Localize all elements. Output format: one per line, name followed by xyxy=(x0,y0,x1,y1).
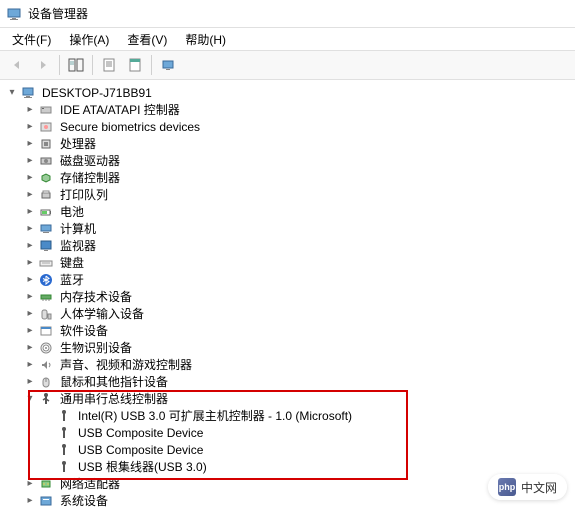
expand-icon[interactable]: ▸ xyxy=(24,189,36,201)
scan-button[interactable] xyxy=(155,53,181,77)
window-title: 设备管理器 xyxy=(28,5,88,22)
category-item-0[interactable]: ▸ IDE ATA/ATAPI 控制器 xyxy=(2,101,575,118)
cpu-icon xyxy=(38,136,54,152)
app-icon xyxy=(6,6,22,22)
category-usb[interactable]: ▾ 通用串行总线控制器 xyxy=(2,390,575,407)
expand-icon[interactable]: ▸ xyxy=(24,291,36,303)
category-item-5[interactable]: ▸打印队列 xyxy=(2,186,575,203)
computer-icon xyxy=(38,221,54,237)
category-item-14[interactable]: ▸生物识别设备 xyxy=(2,339,575,356)
help-button[interactable] xyxy=(122,53,148,77)
biometric-icon xyxy=(38,119,54,135)
category-item-9[interactable]: ▸键盘 xyxy=(2,254,575,271)
category-usb-child-1[interactable]: USB Composite Device xyxy=(2,424,575,441)
category-item-10[interactable]: ▸蓝牙 xyxy=(2,271,575,288)
biometric2-icon xyxy=(38,340,54,356)
menubar: 文件(F) 操作(A) 查看(V) 帮助(H) xyxy=(0,28,575,50)
device-label: USB Composite Device xyxy=(76,425,205,441)
device-label: Secure biometrics devices xyxy=(58,119,202,135)
sound-icon xyxy=(38,357,54,373)
category-usb-child-3[interactable]: USB 根集线器(USB 3.0) xyxy=(2,458,575,475)
ide-icon xyxy=(38,102,54,118)
device-label: Intel(R) USB 3.0 可扩展主机控制器 - 1.0 (Microso… xyxy=(76,406,354,425)
category-item-2[interactable]: ▸处理器 xyxy=(2,135,575,152)
category-usb-child-2[interactable]: USB Composite Device xyxy=(2,441,575,458)
category-item-13[interactable]: ▸软件设备 xyxy=(2,322,575,339)
expand-icon[interactable]: ▸ xyxy=(24,478,36,490)
expand-icon[interactable]: ▸ xyxy=(24,495,36,507)
expand-icon[interactable]: ▸ xyxy=(24,308,36,320)
expand-icon[interactable]: ▸ xyxy=(24,206,36,218)
category-item-4[interactable]: ▸存储控制器 xyxy=(2,169,575,186)
computer-icon xyxy=(20,85,36,101)
expand-icon[interactable]: ▸ xyxy=(24,121,36,133)
system-icon xyxy=(38,493,54,508)
disk-icon xyxy=(38,153,54,169)
storage-icon xyxy=(38,170,54,186)
expand-icon[interactable]: ▸ xyxy=(24,240,36,252)
watermark-text: 中文网 xyxy=(521,479,557,496)
device-label: USB Composite Device xyxy=(76,442,205,458)
software-icon xyxy=(38,323,54,339)
category-item-6[interactable]: ▸电池 xyxy=(2,203,575,220)
menu-help[interactable]: 帮助(H) xyxy=(177,29,234,50)
root-node[interactable]: ▾ DESKTOP-J71BB91 xyxy=(2,84,575,101)
category-after-1[interactable]: ▸ 系统设备 xyxy=(2,492,575,508)
properties-button[interactable] xyxy=(96,53,122,77)
device-label: IDE ATA/ATAPI 控制器 xyxy=(58,100,182,119)
expand-icon[interactable]: ▸ xyxy=(24,325,36,337)
network-icon xyxy=(38,476,54,492)
usb-icon xyxy=(56,425,72,441)
expand-icon[interactable]: ▸ xyxy=(24,223,36,235)
watermark-logo: php xyxy=(498,478,516,496)
menu-action[interactable]: 操作(A) xyxy=(61,29,117,50)
category-item-15[interactable]: ▸声音、视频和游戏控制器 xyxy=(2,356,575,373)
category-item-3[interactable]: ▸磁盘驱动器 xyxy=(2,152,575,169)
menu-file[interactable]: 文件(F) xyxy=(4,29,59,50)
menu-view[interactable]: 查看(V) xyxy=(119,29,175,50)
expand-icon[interactable]: ▸ xyxy=(24,257,36,269)
category-item-7[interactable]: ▸计算机 xyxy=(2,220,575,237)
bluetooth-icon xyxy=(38,272,54,288)
forward-button[interactable] xyxy=(30,53,56,77)
category-item-1[interactable]: ▸ Secure biometrics devices xyxy=(2,118,575,135)
category-item-12[interactable]: ▸人体学输入设备 xyxy=(2,305,575,322)
category-item-8[interactable]: ▸监视器 xyxy=(2,237,575,254)
printer-icon xyxy=(38,187,54,203)
memory-icon xyxy=(38,289,54,305)
back-button[interactable] xyxy=(4,53,30,77)
mouse-icon xyxy=(38,374,54,390)
watermark: php 中文网 xyxy=(488,474,567,500)
expand-icon[interactable]: ▸ xyxy=(24,274,36,286)
expand-icon[interactable]: ▸ xyxy=(24,359,36,371)
expand-icon[interactable]: ▸ xyxy=(24,376,36,388)
device-tree[interactable]: ▾ DESKTOP-J71BB91 ▸ IDE ATA/ATAPI 控制器 ▸ Sec… xyxy=(0,80,575,508)
hid-icon xyxy=(38,306,54,322)
toolbar xyxy=(0,50,575,80)
keyboard-icon xyxy=(38,255,54,271)
category-item-16[interactable]: ▸鼠标和其他指针设备 xyxy=(2,373,575,390)
usb-icon xyxy=(38,391,54,407)
window-titlebar: 设备管理器 xyxy=(0,0,575,28)
collapse-icon[interactable]: ▾ xyxy=(24,393,36,405)
device-label: 系统设备 xyxy=(58,491,110,508)
expand-icon[interactable]: ▸ xyxy=(24,172,36,184)
toolbar-separator xyxy=(59,55,60,75)
toolbar-separator xyxy=(151,55,152,75)
expand-icon[interactable]: ▸ xyxy=(24,155,36,167)
expand-icon[interactable]: ▸ xyxy=(24,138,36,150)
expand-icon[interactable]: ▸ xyxy=(24,104,36,116)
usb-icon xyxy=(56,442,72,458)
show-hidden-button[interactable] xyxy=(63,53,89,77)
usb-icon xyxy=(56,459,72,475)
usb-icon xyxy=(56,408,72,424)
expand-icon[interactable]: ▸ xyxy=(24,342,36,354)
collapse-icon[interactable]: ▾ xyxy=(6,87,18,99)
category-usb-child-0[interactable]: Intel(R) USB 3.0 可扩展主机控制器 - 1.0 (Microso… xyxy=(2,407,575,424)
toolbar-separator xyxy=(92,55,93,75)
root-label: DESKTOP-J71BB91 xyxy=(40,85,154,101)
category-item-11[interactable]: ▸内存技术设备 xyxy=(2,288,575,305)
monitor-icon xyxy=(38,238,54,254)
battery-icon xyxy=(38,204,54,220)
